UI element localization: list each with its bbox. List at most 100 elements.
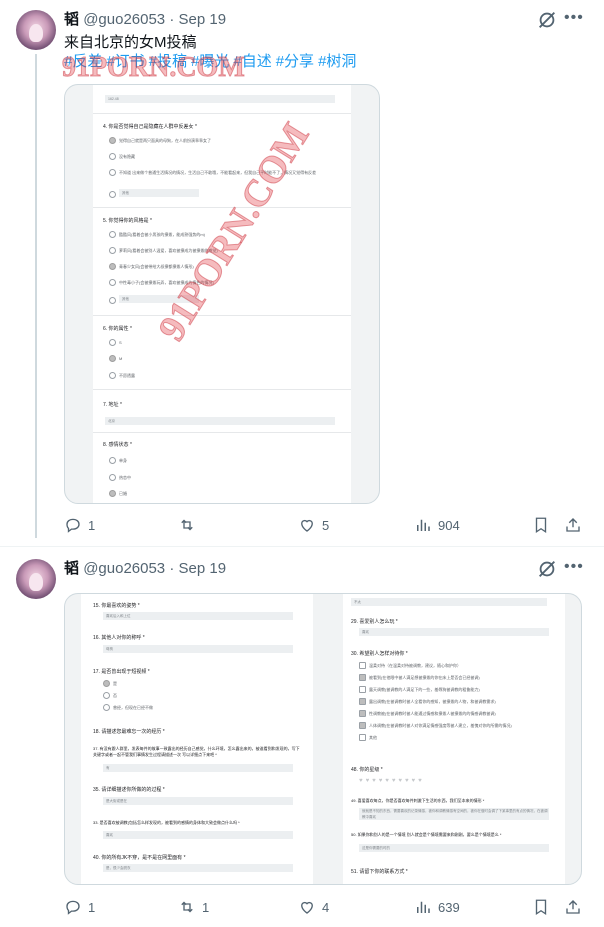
bookmark-icon <box>535 517 547 534</box>
question-label: 35. 请详细描述你所做的的过程 * <box>93 787 165 793</box>
answer-box: 北京 <box>105 417 335 425</box>
option-label: 露出调教(在被调教时被人全看你的感知，被撩拨的人物，和被调教需求) <box>369 699 496 704</box>
like-button[interactable]: 4 <box>298 897 329 917</box>
radio <box>109 474 116 481</box>
repost-button[interactable] <box>178 515 202 535</box>
question-label: 30. 希望别人怎样对待你 * <box>351 651 408 657</box>
radio <box>109 490 116 497</box>
question-label: 40. 你的所有JK不穿，是不是在网里面有 * <box>93 855 186 861</box>
radio <box>109 153 116 160</box>
option-label: 被看到(在他眼中被人满足想被撩拨的你在床上是否会已经被调) <box>369 675 480 680</box>
author-name[interactable]: 韬 <box>64 560 79 577</box>
answer-box: 是大街或是在 <box>103 797 293 805</box>
question-label: 16. 其他人对你的称呼 * <box>93 635 145 641</box>
question-label: 7. 地址 * <box>103 402 122 408</box>
grok-icon[interactable] <box>536 9 558 31</box>
checkbox <box>359 698 366 705</box>
question-label: 49. 喜爱喜欢每点，你是否喜欢每件刺激下生活的东西，我们至本来的情形 * <box>351 798 485 803</box>
option-label: 青春少女风(会被带给大叔撩都撩拨人情形) <box>119 264 194 269</box>
post-2[interactable]: 韬 @guo26053 · Sep 19 ••• 15. 你最喜欢的姿势 * 喜… <box>0 547 604 927</box>
radio <box>109 372 116 379</box>
watermark: 91PORN.COM <box>62 52 246 84</box>
bookmark-button[interactable] <box>532 515 550 535</box>
question-label: 51. 请留下你的联系方式 * <box>351 869 408 875</box>
question-label: 33. 是否喜欢被调教(包括怎么样发现的，被看到的感情的身体和大致会做点什么吗 … <box>93 820 240 825</box>
option-label: 露天调教(被调教的人满足下的一些，羞辱狗被调教的粗鲁能力) <box>369 687 480 692</box>
like-count: 5 <box>322 517 330 533</box>
radio <box>109 457 116 464</box>
share-button[interactable] <box>564 515 582 535</box>
post-image[interactable]: 162.48 4. 你是否觉得自己是隐藏在人群中反差女 * 觉得自己就是两只面具… <box>64 84 380 504</box>
post-text: 来自北京的女M投稿 <box>64 34 197 51</box>
radio <box>109 339 116 346</box>
radio <box>109 191 116 198</box>
thread-line <box>35 54 37 538</box>
other-input: 其他 <box>119 189 199 197</box>
like-count: 4 <box>322 899 330 915</box>
question-label: 48. 你的星级 * <box>351 767 383 773</box>
author-handle[interactable]: @guo26053 <box>83 11 165 28</box>
like-button[interactable]: 5 <box>298 515 329 535</box>
question-label: 5. 你觉得你的风格是 * <box>103 218 152 224</box>
hashtag[interactable]: #树洞 <box>318 53 356 70</box>
option-label: 酷酷风(看着会被小男孩的撩拨，能成熟强势的m) <box>119 232 205 237</box>
option-label: M <box>119 356 123 361</box>
answer-box: 162.48 <box>105 95 335 103</box>
radio <box>109 137 116 144</box>
post-header: 韬 @guo26053 · Sep 19 <box>64 10 226 30</box>
question-label: 37. 有没有跟人群里，发表每件的故事一致露出的经历自己感觉，什么环境，怎么露出… <box>93 746 300 757</box>
radio <box>109 263 116 270</box>
reply-button[interactable]: 1 <box>64 897 95 917</box>
repost-button[interactable]: 1 <box>178 897 209 917</box>
more-icon[interactable]: ••• <box>564 9 584 27</box>
question-label: 8. 感情状态 * <box>103 442 132 448</box>
reply-icon <box>66 518 80 533</box>
answer-box: 母狗 <box>103 645 293 653</box>
question-label: 50. 如果你和别人的是一个情境 别人就会是个情境需要来和刚刚，要么是个情境是么… <box>351 832 502 837</box>
option-label: 曾经，但现在已经不做 <box>113 705 153 710</box>
option-label: 人体调教(在被调教时被人对你满足情感强度等被人建立，羞愧对你的所需的情况) <box>369 723 512 728</box>
avatar[interactable] <box>16 10 56 50</box>
question-label: 6. 你的属性 * <box>103 326 132 332</box>
radio <box>109 297 116 304</box>
answer-box: 喜欢后入和上位 <box>103 612 293 620</box>
views-icon <box>417 519 430 531</box>
author-handle[interactable]: @guo26053 <box>83 560 165 577</box>
radio <box>109 169 116 176</box>
views-button[interactable]: 904 <box>414 515 460 535</box>
reply-count: 1 <box>88 899 96 915</box>
action-bar: 1 5 904 <box>64 515 588 535</box>
grok-icon[interactable] <box>536 558 558 580</box>
post-1[interactable]: 韬 @guo26053 · Sep 19 ••• 来自北京的女M投稿 #反差 #订… <box>0 0 604 545</box>
option-label: 其他 <box>369 735 377 740</box>
radio <box>109 247 116 254</box>
views-count: 904 <box>438 517 460 533</box>
checkbox <box>359 686 366 693</box>
share-button[interactable] <box>564 897 582 917</box>
answer-box: 有 <box>103 764 293 772</box>
option-label: 觉得自己就是两只面具的母狗，在人前扮演乖乖女了 <box>119 138 211 143</box>
option-label: 已婚 <box>119 491 127 496</box>
avatar[interactable] <box>16 559 56 599</box>
form-screenshot-right: 不太 29. 喜爱别人怎么玩 * 喜欢 30. 希望别人怎样对待你 * 温柔对待… <box>343 594 565 884</box>
like-icon <box>301 519 313 532</box>
share-icon <box>566 518 580 532</box>
reply-button[interactable]: 1 <box>64 515 95 535</box>
radio <box>103 692 110 699</box>
question-label: 4. 你是否觉得自己是隐藏在人群中反差女 * <box>103 124 197 130</box>
answer-box: 喜欢 <box>359 628 549 636</box>
author-name[interactable]: 韬 <box>64 11 79 28</box>
post-image[interactable]: 15. 你最喜欢的姿势 * 喜欢后入和上位 16. 其他人对你的称呼 * 母狗 … <box>64 593 582 885</box>
views-count: 639 <box>438 899 460 915</box>
post-date[interactable]: · Sep 19 <box>169 11 226 28</box>
divider <box>93 315 351 316</box>
option-label: 没有隐藏 <box>119 154 135 159</box>
more-icon[interactable]: ••• <box>564 558 584 576</box>
views-button[interactable]: 639 <box>414 897 460 917</box>
hashtag[interactable]: #分享 <box>276 53 314 70</box>
share-icon <box>566 900 580 914</box>
post-date[interactable]: · Sep 19 <box>169 560 226 577</box>
option-label: 是 <box>113 681 117 686</box>
bookmark-button[interactable] <box>532 897 550 917</box>
repost-icon <box>181 901 193 913</box>
